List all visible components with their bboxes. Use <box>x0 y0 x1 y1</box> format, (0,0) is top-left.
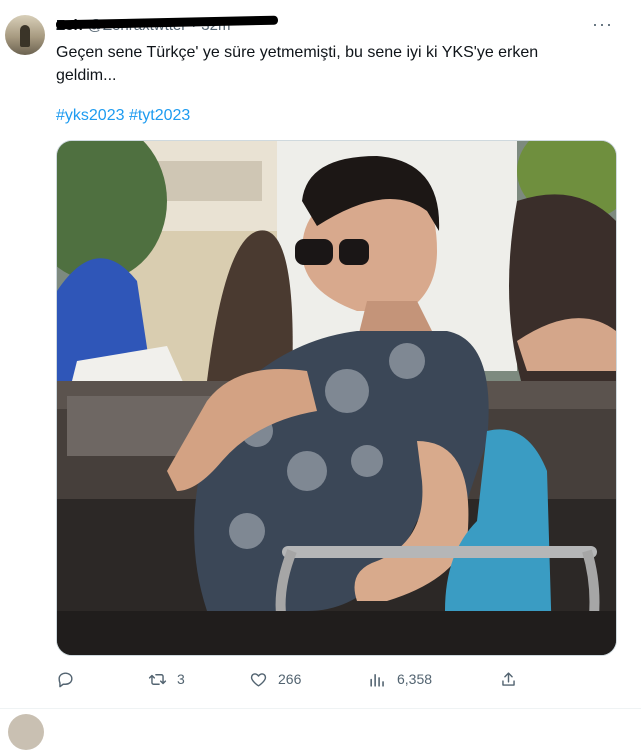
tweet-card[interactable]: Zeh @Zehraxtwtter · 32m ··· Geçen sene T… <box>0 0 641 709</box>
retweet-icon <box>148 673 167 685</box>
tweet-text: Geçen sene Türkçe' ye süre yetmemişti, b… <box>56 44 539 84</box>
avatar-figure <box>20 25 30 47</box>
views-button[interactable]: 6,358 <box>368 664 432 694</box>
like-button[interactable]: 266 <box>249 664 301 694</box>
retweet-count: 3 <box>177 671 185 687</box>
like-icon <box>250 672 267 687</box>
tweet-hashtags[interactable]: #yks2023 #tyt2023 <box>56 105 190 127</box>
reply-icon <box>58 671 73 687</box>
views-count: 6,358 <box>397 671 433 687</box>
next-tweet-avatar[interactable] <box>8 714 44 750</box>
photo-illustration <box>57 141 616 655</box>
tweet-actions: 3 266 6,358 <box>56 664 526 694</box>
reply-button[interactable] <box>56 664 85 694</box>
share-icon <box>502 671 515 686</box>
tweet-photo[interactable] <box>56 140 617 656</box>
share-button[interactable] <box>499 664 518 694</box>
like-count: 266 <box>278 671 302 687</box>
author-avatar[interactable] <box>5 15 45 55</box>
views-icon <box>370 673 384 687</box>
retweet-button[interactable]: 3 <box>148 664 185 694</box>
more-options-icon[interactable]: ··· <box>592 14 613 35</box>
